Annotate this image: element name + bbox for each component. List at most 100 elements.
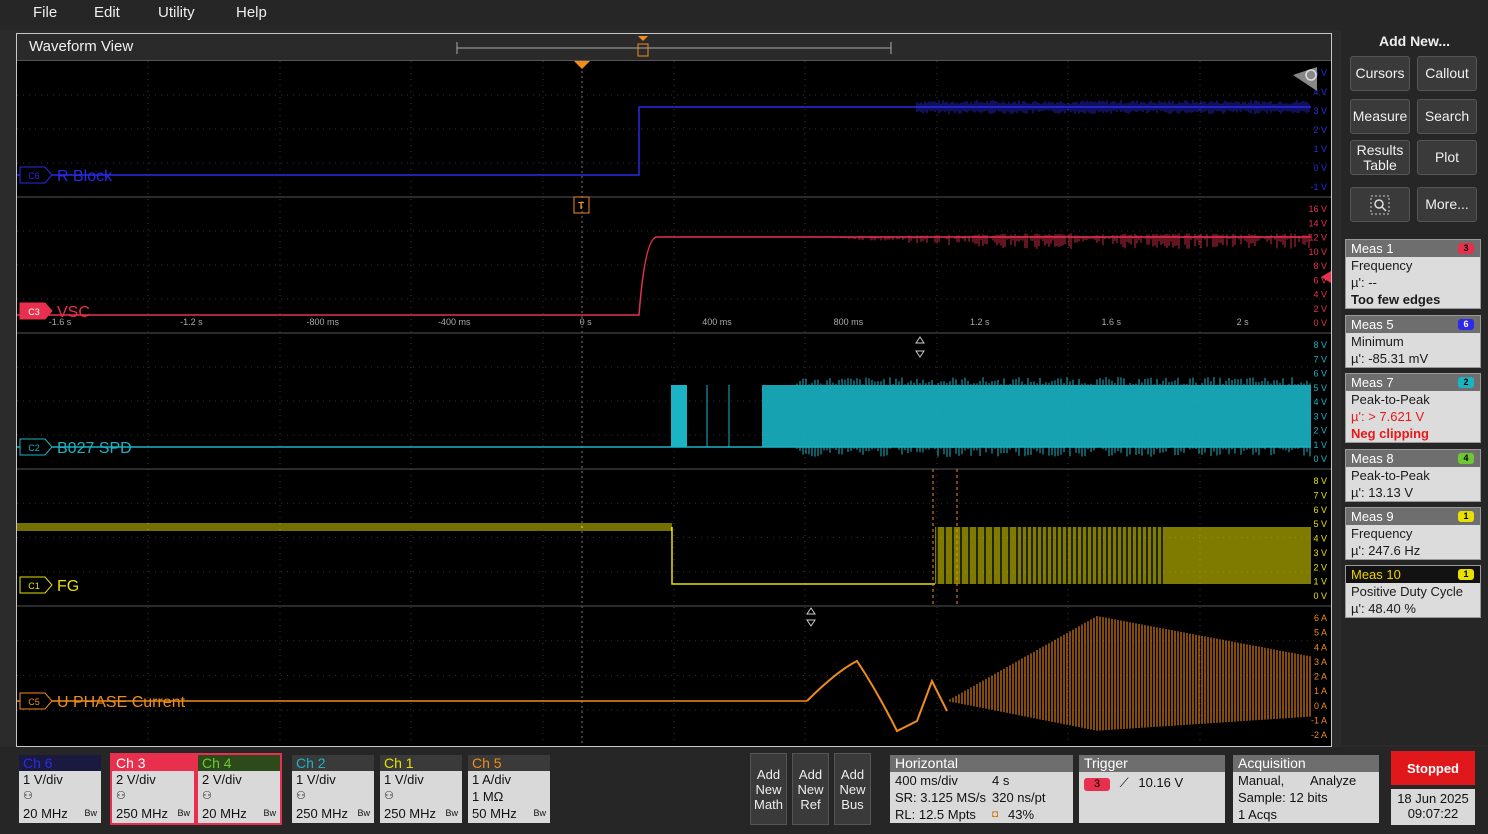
add-bus-l2: New [839,781,866,797]
meas-10-box[interactable]: Meas 10 1 Positive Duty Cycle µ': 48.40 % [1345,565,1481,618]
menu-utility[interactable]: Utility [158,4,195,21]
scale-label-c2: 1 V [1313,440,1327,450]
time-axis-label: 0 s [580,317,593,327]
channel-vdiv: 2 V/div [116,772,156,787]
meas-9-box[interactable]: Meas 9 1 Frequency µ': 247.6 Hz [1345,507,1481,560]
acquisition-analyze: Analyze [1310,773,1357,788]
add-new-ref-button[interactable]: Add New Ref [792,753,829,825]
callout-button[interactable]: Callout [1417,56,1477,91]
scale-label-c5: 4 A [1314,642,1327,652]
trigger-edge-icon: ⟋ [1119,775,1129,790]
add-new-heading: Add New... [1378,33,1451,49]
waveform-spd-fill [762,385,1311,447]
channel-vdiv: 1 V/div [384,772,424,787]
run-stop-status[interactable]: Stopped [1391,751,1475,785]
cursors-button[interactable]: Cursors [1350,56,1410,91]
menu-file[interactable]: File [33,4,57,21]
scale-label-c1: 3 V [1313,548,1327,558]
scale-label-c5: 0 A [1314,701,1327,711]
channel-badge-ch-4[interactable]: Ch 42 V/div ⚇ 20 MHz Bw [196,753,282,825]
channel-name: Ch 1 [380,755,462,771]
trigger-title: Trigger [1079,755,1225,772]
scale-label-c3: 14 V [1308,218,1327,228]
channel-marker-id: C5 [28,697,40,707]
waveform-fg-noise [17,523,672,531]
waveform-current-oscillation [949,616,1311,731]
channel-vdiv: 1 A/div [472,772,512,787]
waveform-r-block [17,106,1311,176]
channel-marker-id: C6 [28,171,40,181]
scale-label-c2: 6 V [1313,369,1327,379]
trigger-badge[interactable]: Trigger 3 ⟋ 10.16 V [1079,755,1225,823]
menu-help[interactable]: Help [236,4,267,21]
channel-bandwidth: 250 MHz [384,806,437,821]
time-axis-label: -1.2 s [180,317,203,327]
channel-label-c3: VSC [57,304,90,321]
scale-label-c6: -1 V [1310,182,1327,192]
time-axis-label: 1.2 s [970,317,990,327]
results-table-button[interactable]: Results Table [1350,140,1410,175]
channel-marker-id: C3 [28,307,40,317]
channel-badge-ch-2[interactable]: Ch 21 V/div ⚇ 250 MHz Bw [292,755,374,823]
channel-termination: 1 MΩ [472,789,504,804]
waveform-spd-burst [671,385,687,447]
acquisition-sample: Sample: 12 bits [1238,790,1328,805]
scale-label-c2: 4 V [1313,397,1327,407]
meas-1-badge-box[interactable]: Meas 1 3 Frequency µ': -- Too few edges [1345,239,1481,309]
cursor-marker-icon[interactable] [915,336,925,358]
measure-button[interactable]: Measure [1350,99,1410,134]
search-button[interactable]: Search [1417,99,1477,134]
channel-label-c5: U PHASE Current [57,694,186,711]
meas-8-source-badge: 4 [1458,453,1474,464]
scale-label-c5: 1 A [1314,686,1327,696]
trigger-position-marker[interactable] [574,61,590,69]
channel-bandwidth: 250 MHz [296,806,349,821]
add-ref-l1: Add [798,766,823,782]
add-bus-l3: Bus [841,796,864,812]
waveform-view-titlebar: Waveform View [17,34,1331,61]
right-panel: Add New... Cursors Callout Measure Searc… [1341,30,1488,745]
zoom-icon [1370,195,1390,214]
channel-vdiv: 1 V/div [296,772,336,787]
scale-label-c6: 3 V [1313,106,1327,116]
meas-8-name: Meas 8 [1351,451,1394,466]
add-new-bus-button[interactable]: Add New Bus [834,753,871,825]
meas-5-box[interactable]: Meas 5 6 Minimum µ': -85.31 mV [1345,315,1481,368]
meas-9-type: Frequency [1351,526,1413,541]
meas-7-box[interactable]: Meas 7 2 Peak-to-Peak µ': > 7.621 V Neg c… [1345,373,1481,443]
plot-button[interactable]: Plot [1417,140,1477,175]
scale-label-c5: 5 A [1314,628,1327,638]
more-button[interactable]: More... [1417,187,1477,222]
horizontal-badge[interactable]: Horizontal 400 ms/div 4 s SR: 3.125 MS/s 3… [890,755,1073,823]
time-axis-label: 800 ms [834,317,864,327]
cursor-marker-icon[interactable] [806,607,816,627]
waveform-current-start [806,659,948,733]
menu-edit[interactable]: Edit [94,4,120,21]
meas-8-box[interactable]: Meas 8 4 Peak-to-Peak µ': 13.13 V [1345,449,1481,502]
waveform-vsc [17,236,1311,316]
waveform-display[interactable]: 5 V 4 V 3 V 2 V 1 V 0 V -1 V C6 R Block 16 V 14 V 1… [17,61,1331,745]
channel-badge-ch-1[interactable]: Ch 11 V/div ⚇ 250 MHz Bw [380,755,462,823]
channel-badge-ch-5[interactable]: Ch 51 A/div 1 MΩ 50 MHz Bw [468,755,550,823]
acquisition-badge[interactable]: Acquisition Manual, Analyze Sample: 12 bi… [1233,755,1379,823]
horizontal-scale: 400 ms/div [895,773,958,788]
bandwidth-limit-icon: Bw [533,808,546,818]
scale-label-c3: 16 V [1308,204,1327,214]
bottom-bar: Ch 61 V/div ⚇ 20 MHz Bw Ch 32 V/div ⚇ 250 MHz B… [0,747,1488,834]
time: 09:07:22 [1407,806,1459,821]
horizontal-record-length: RL: 12.5 Mpts [895,807,976,822]
channel-badge-ch-3[interactable]: Ch 32 V/div ⚇ 250 MHz Bw [110,753,196,825]
scale-label-c2: 8 V [1313,340,1327,350]
meas-10-source-badge: 1 [1458,569,1474,580]
record-overview[interactable] [17,34,1331,60]
meas-1-type: Frequency [1351,258,1413,273]
trigger-level: 10.16 V [1138,775,1184,790]
acquisition-count: 1 Acqs [1238,807,1278,822]
meas-7-warning: Neg clipping [1351,426,1429,441]
waveform-view: Waveform View 5 V 4 V 3 V 2 V 1 V 0 V -1 V C6 R … [16,33,1332,747]
scale-label-c1: 2 V [1313,562,1327,572]
scale-label-c1: 8 V [1313,476,1327,486]
add-new-math-button[interactable]: Add New Math [750,753,787,825]
zoom-search-button[interactable] [1350,187,1410,222]
channel-badge-ch-6[interactable]: Ch 61 V/div ⚇ 20 MHz Bw [19,755,101,823]
